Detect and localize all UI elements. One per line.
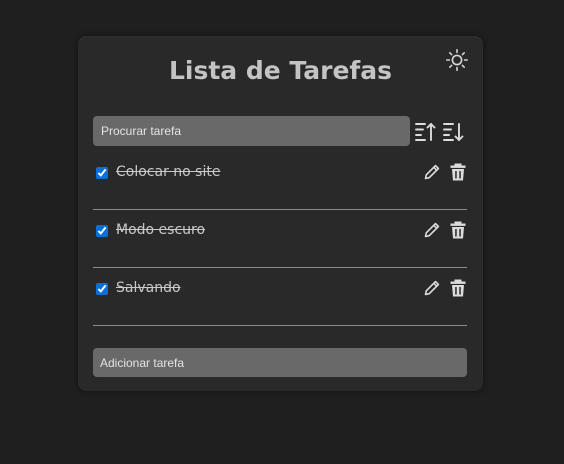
task-text: Salvando (116, 280, 181, 296)
task-divider (93, 325, 467, 326)
task-text: Colocar no site (116, 164, 221, 180)
task-item: Modo escuro (93, 210, 467, 268)
pencil-icon[interactable] (422, 278, 442, 298)
sort-ascending-icon[interactable] (413, 119, 437, 143)
trash-icon[interactable] (448, 278, 468, 298)
task-checkbox[interactable] (96, 167, 108, 179)
pencil-icon[interactable] (422, 220, 442, 240)
task-text: Modo escuro (116, 222, 206, 238)
page-title: Lista de Tarefas (168, 56, 393, 85)
task-checkbox[interactable] (96, 225, 108, 237)
sort-descending-icon[interactable] (441, 119, 465, 143)
pencil-icon[interactable] (422, 162, 442, 182)
add-task-input[interactable] (93, 348, 467, 377)
search-input[interactable] (93, 116, 410, 146)
todo-card: Lista de Tarefas Colocar no site (78, 36, 483, 391)
trash-icon[interactable] (448, 162, 468, 182)
task-item: Colocar no site (93, 152, 467, 210)
trash-icon[interactable] (448, 220, 468, 240)
task-item: Salvando (93, 268, 467, 326)
task-checkbox[interactable] (96, 283, 108, 295)
